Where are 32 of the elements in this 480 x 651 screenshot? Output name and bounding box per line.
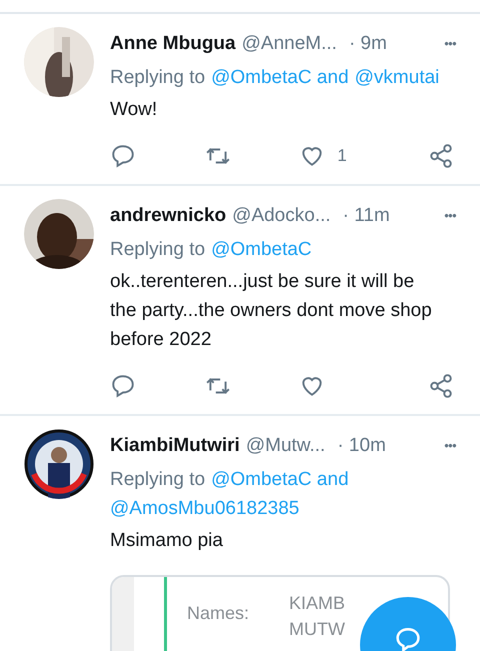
tweet-text: Msimamo pia bbox=[110, 529, 224, 553]
replying-label: Replying to bbox=[110, 66, 206, 90]
like-count: 1 bbox=[337, 145, 347, 168]
mention-link[interactable]: @vkmutai bbox=[354, 63, 440, 92]
reply-icon[interactable] bbox=[110, 143, 136, 169]
tweet-time: · 11m bbox=[342, 204, 390, 228]
more-button[interactable]: ••• bbox=[444, 34, 456, 54]
share-icon[interactable] bbox=[428, 373, 454, 399]
reply-icon bbox=[394, 627, 422, 651]
user-name[interactable]: KiambiMutwiri bbox=[110, 432, 240, 460]
user-handle: @Mutw... bbox=[246, 434, 326, 458]
tweet-time: · 9m bbox=[348, 32, 387, 56]
more-button[interactable]: ••• bbox=[444, 206, 456, 226]
names-value: MUTW bbox=[289, 618, 346, 641]
user-handle: @AnneM... bbox=[242, 32, 337, 56]
more-button[interactable]: ••• bbox=[444, 436, 456, 456]
mention-link[interactable]: @AmosMbu06182385 bbox=[110, 494, 300, 523]
replying-label: Replying to bbox=[110, 238, 206, 262]
share-icon[interactable] bbox=[428, 143, 454, 169]
replying-label: Replying to bbox=[110, 468, 206, 492]
user-handle: @Adocko... bbox=[232, 204, 331, 228]
names-label: Names: bbox=[187, 602, 250, 625]
tweet-text: ok..terenteren...just be sure it will be the party...the owners dont move shop before 2022 bbox=[110, 270, 433, 352]
tweet-time: · 10m bbox=[337, 434, 386, 458]
tweet-text: Wow! bbox=[110, 98, 158, 122]
mention-link[interactable]: @OmbetaC and bbox=[211, 465, 349, 494]
mention-link[interactable]: @OmbetaC and bbox=[211, 63, 349, 92]
user-name[interactable]: Anne Mbugua bbox=[110, 30, 236, 58]
names-value: KIAMB bbox=[289, 592, 346, 615]
user-name[interactable]: andrewnicko bbox=[110, 202, 226, 230]
mention-link[interactable]: @OmbetaC bbox=[211, 235, 312, 264]
reply-icon[interactable] bbox=[110, 373, 136, 399]
